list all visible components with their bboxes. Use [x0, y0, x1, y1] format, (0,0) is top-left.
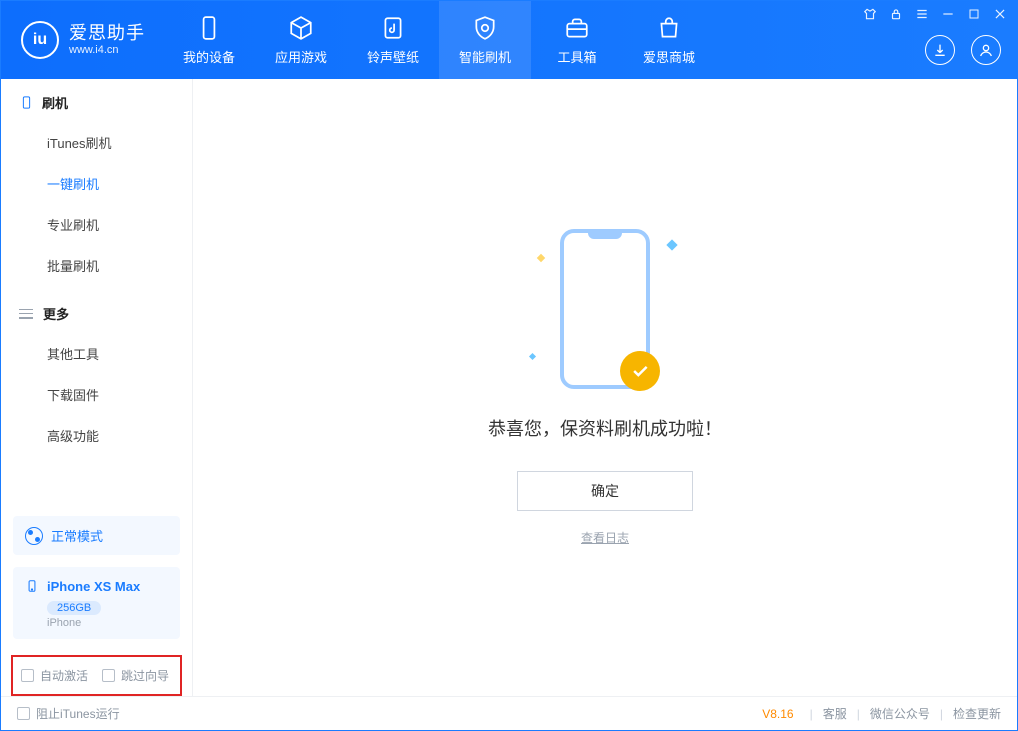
close-icon[interactable]: [993, 7, 1007, 21]
footer-wechat-link[interactable]: 微信公众号: [870, 705, 930, 722]
main-tabs: 我的设备 应用游戏 铃声壁纸 智能刷机 工具箱 爱思商城: [163, 1, 715, 79]
user-icon[interactable]: [971, 35, 1001, 65]
phone-icon: [195, 14, 223, 42]
music-file-icon: [379, 14, 407, 42]
bag-icon: [655, 14, 683, 42]
device-type: iPhone: [47, 617, 168, 629]
device-card[interactable]: iPhone XS Max 256GB iPhone: [13, 567, 180, 639]
main-panel: 恭喜您，保资料刷机成功啦！ 确定 查看日志: [193, 79, 1017, 696]
sidebar-item-other[interactable]: 其他工具: [1, 333, 192, 374]
menu-icon[interactable]: [915, 7, 929, 21]
sidebar-item-firmware[interactable]: 下载固件: [1, 374, 192, 415]
success-check-icon: [620, 351, 660, 391]
cube-icon: [287, 14, 315, 42]
sidebar-item-advanced[interactable]: 高级功能: [1, 415, 192, 456]
download-icon[interactable]: [925, 35, 955, 65]
logo: iu 爱思助手 www.i4.cn: [1, 1, 163, 79]
device-capacity: 256GB: [47, 601, 101, 615]
footer: 阻止iTunes运行 V8.16 | 客服 | 微信公众号 | 检查更新: [1, 696, 1017, 730]
app-title: 爱思助手: [69, 23, 145, 44]
list-icon: [19, 309, 33, 319]
maximize-icon[interactable]: [967, 7, 981, 21]
sidebar-section-more: 更多: [1, 286, 192, 333]
header: iu 爱思助手 www.i4.cn 我的设备 应用游戏 铃声壁纸 智能刷机: [1, 1, 1017, 79]
lock-icon[interactable]: [889, 7, 903, 21]
logo-icon: iu: [21, 21, 59, 59]
auto-activate-checkbox[interactable]: 自动激活: [21, 667, 88, 684]
success-message: 恭喜您，保资料刷机成功啦！: [488, 415, 722, 441]
tab-ring[interactable]: 铃声壁纸: [347, 1, 439, 79]
mode-label: 正常模式: [51, 526, 103, 545]
mode-card[interactable]: 正常模式: [13, 516, 180, 555]
tab-device[interactable]: 我的设备: [163, 1, 255, 79]
skip-guide-checkbox[interactable]: 跳过向导: [102, 667, 169, 684]
block-itunes-checkbox[interactable]: 阻止iTunes运行: [17, 705, 120, 722]
sidebar-section-flash: 刷机: [1, 79, 192, 122]
sidebar-item-itunes[interactable]: iTunes刷机: [1, 122, 192, 163]
phone-illustration: [560, 229, 650, 389]
footer-service-link[interactable]: 客服: [823, 705, 847, 722]
shirt-icon[interactable]: [863, 7, 877, 21]
tab-toolbox[interactable]: 工具箱: [531, 1, 623, 79]
tab-apps[interactable]: 应用游戏: [255, 1, 347, 79]
tab-store[interactable]: 爱思商城: [623, 1, 715, 79]
sidebar-item-pro[interactable]: 专业刷机: [1, 204, 192, 245]
window-controls: [863, 7, 1007, 21]
device-name: iPhone XS Max: [47, 579, 140, 594]
app-subtitle: www.i4.cn: [69, 44, 145, 57]
sidebar-item-batch[interactable]: 批量刷机: [1, 245, 192, 286]
shield-refresh-icon: [471, 14, 499, 42]
version-label: V8.16: [762, 707, 793, 721]
ok-button[interactable]: 确定: [517, 471, 693, 511]
footer-update-link[interactable]: 检查更新: [953, 705, 1001, 722]
toolbox-icon: [563, 14, 591, 42]
mode-icon: [25, 527, 43, 545]
minimize-icon[interactable]: [941, 7, 955, 21]
options-highlight: 自动激活 跳过向导: [11, 655, 182, 696]
sidebar: 刷机 iTunes刷机 一键刷机 专业刷机 批量刷机 更多 其他工具 下载固件 …: [1, 79, 193, 696]
sidebar-item-oneclick[interactable]: 一键刷机: [1, 163, 192, 204]
tab-flash[interactable]: 智能刷机: [439, 1, 531, 79]
view-log-link[interactable]: 查看日志: [581, 529, 629, 546]
